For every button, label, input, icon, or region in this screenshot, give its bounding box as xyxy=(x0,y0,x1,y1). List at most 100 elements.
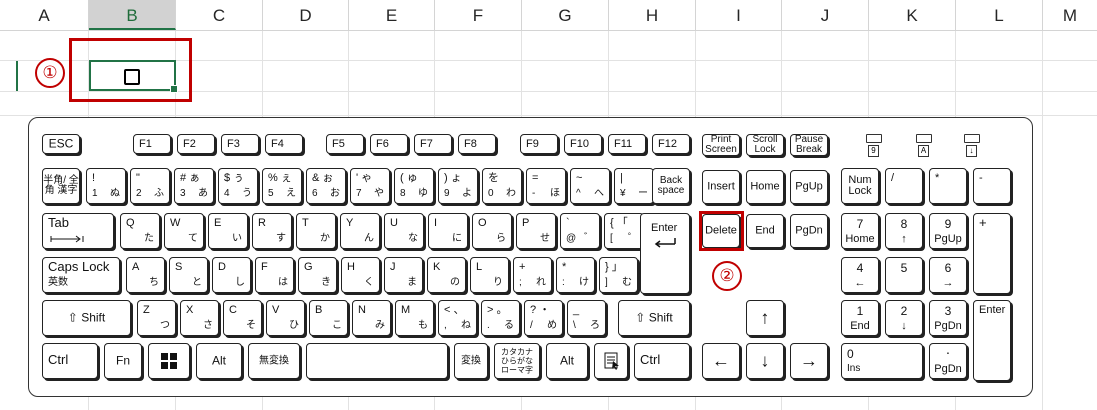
key-label: 1 xyxy=(856,304,864,318)
key-kana-label: ひ xyxy=(289,320,299,331)
key-shift-row-5: Nみ xyxy=(352,300,391,336)
key-alt-left: Alt xyxy=(196,343,242,379)
column-header-e[interactable]: E xyxy=(349,0,435,30)
key-kana-label: し xyxy=(235,277,245,288)
key-label: B xyxy=(315,304,323,316)
key-label: Pause Break xyxy=(794,134,824,155)
key-number-row-12: | ¥ ー xyxy=(614,168,654,204)
key-sublabel: ¥ xyxy=(620,188,626,199)
tab-arrows-icon xyxy=(50,235,84,243)
key-label: F10 xyxy=(570,138,589,150)
key-label: Enter xyxy=(979,304,1006,316)
key-f4: F4 xyxy=(265,134,303,154)
key-f11: F11 xyxy=(608,134,646,154)
column-header-i[interactable]: I xyxy=(696,0,782,30)
key-qwerty-row-4: Tか xyxy=(296,213,336,249)
cell-square-glyph xyxy=(124,69,140,85)
column-header-a[interactable]: A xyxy=(0,0,89,30)
key-sublabel: . xyxy=(487,320,490,331)
key-qwerty-row-8: Oら xyxy=(472,213,512,249)
key-sublabel: - xyxy=(532,188,536,199)
key-num-slash: / xyxy=(885,168,923,204)
key-label: Q xyxy=(126,217,135,229)
key-kana-label: ほ xyxy=(550,188,560,199)
column-header-h[interactable]: H xyxy=(609,0,696,30)
key-label: を xyxy=(488,172,499,184)
key-label: I xyxy=(434,217,438,229)
key-caps-lock: Caps Lock 英数 xyxy=(42,257,120,293)
column-header-c[interactable]: C xyxy=(176,0,263,30)
column-gridline xyxy=(1042,31,1043,410)
shift-arrow-icon: ⇧ xyxy=(635,310,649,325)
key-num-8: 8 ↑ xyxy=(885,213,923,249)
key-label: A xyxy=(132,261,140,273)
key-kana-label: き xyxy=(321,277,331,288)
key-label: 3 xyxy=(944,304,952,318)
key-kana-label: ら xyxy=(496,233,506,244)
key-kana-label: よ xyxy=(462,188,472,199)
key-num-1: 1 End xyxy=(841,300,879,336)
key-num-5: 5 xyxy=(885,257,923,293)
key-f5: F5 xyxy=(326,134,364,154)
key-qwerty-row-5: Yん xyxy=(340,213,380,249)
key-num-plus: + xyxy=(973,213,1011,294)
key-label: PgUp xyxy=(795,180,823,193)
column-header-g[interactable]: G xyxy=(522,0,609,30)
key-label: Num Lock xyxy=(848,174,872,197)
key-shift-row-2: Cそ xyxy=(223,300,262,336)
numlock-led-icon: 9 xyxy=(868,145,879,157)
key-label: F8 xyxy=(464,138,477,150)
key-label: O xyxy=(478,217,487,229)
key-label: ⇧ Shift xyxy=(43,311,130,325)
key-label: G xyxy=(304,261,313,273)
key-label: カタカナ ひらがな ローマ字 xyxy=(501,347,533,375)
key-number-row-2: # ぁ 3 あ xyxy=(174,168,214,204)
key-sublabel: 1 xyxy=(92,188,98,199)
key-label: & ぉ xyxy=(312,172,334,184)
key-f6: F6 xyxy=(370,134,408,154)
key-kana-label: は xyxy=(278,277,288,288)
key-alt-right: Alt xyxy=(546,343,588,379)
key-kana-label: ゜ xyxy=(628,233,638,244)
column-header-j[interactable]: J xyxy=(782,0,869,30)
key-f3: F3 xyxy=(221,134,259,154)
column-header-b[interactable]: B xyxy=(89,0,176,30)
arrow-down-icon: ↓ xyxy=(760,350,770,371)
column-header-k[interactable]: K xyxy=(869,0,956,30)
key-kana-label: れ xyxy=(536,277,546,288)
key-label: P xyxy=(522,217,530,229)
key-label: # ぁ xyxy=(180,172,201,184)
key-sublabel: PgUp xyxy=(934,233,962,245)
key-kana-label: す xyxy=(276,233,286,244)
selected-cell-b2[interactable] xyxy=(89,60,178,93)
led-indicator xyxy=(866,134,882,143)
column-header-d[interactable]: D xyxy=(263,0,349,30)
key-sublabel: Home xyxy=(845,233,875,245)
key-num-enter: Enter xyxy=(973,300,1011,381)
key-label: Alt xyxy=(559,353,574,368)
key-label: " xyxy=(136,172,140,184)
key-num-7: 7 Home xyxy=(841,213,879,249)
key-kana-label: ん xyxy=(364,233,374,244)
key-label: S xyxy=(175,261,183,273)
key-label: ) ょ xyxy=(444,172,462,184)
menu-key-icon xyxy=(604,352,619,370)
key-qwerty-row-1: Wて xyxy=(164,213,204,249)
column-header-f[interactable]: F xyxy=(435,0,522,30)
key-pgdn: PgDn xyxy=(790,214,828,248)
key-kana-label: お xyxy=(330,188,340,199)
key-kana-label: た xyxy=(144,233,154,244)
key-num-9: 9 PgUp xyxy=(929,213,967,249)
key-f10: F10 xyxy=(564,134,602,154)
key-f1: F1 xyxy=(133,134,171,154)
key-number-row-4: % ぇ 5 え xyxy=(262,168,302,204)
key-kana-label: あ xyxy=(198,188,208,199)
column-header-l[interactable]: L xyxy=(956,0,1043,30)
highlight-box-delete xyxy=(699,211,744,251)
column-header-m[interactable]: M xyxy=(1043,0,1097,30)
fill-handle[interactable] xyxy=(170,85,178,93)
key-kana-label: の xyxy=(450,277,460,288)
led-indicator xyxy=(964,134,980,143)
key-label: F6 xyxy=(376,138,389,150)
key-label: 5 xyxy=(900,261,908,275)
